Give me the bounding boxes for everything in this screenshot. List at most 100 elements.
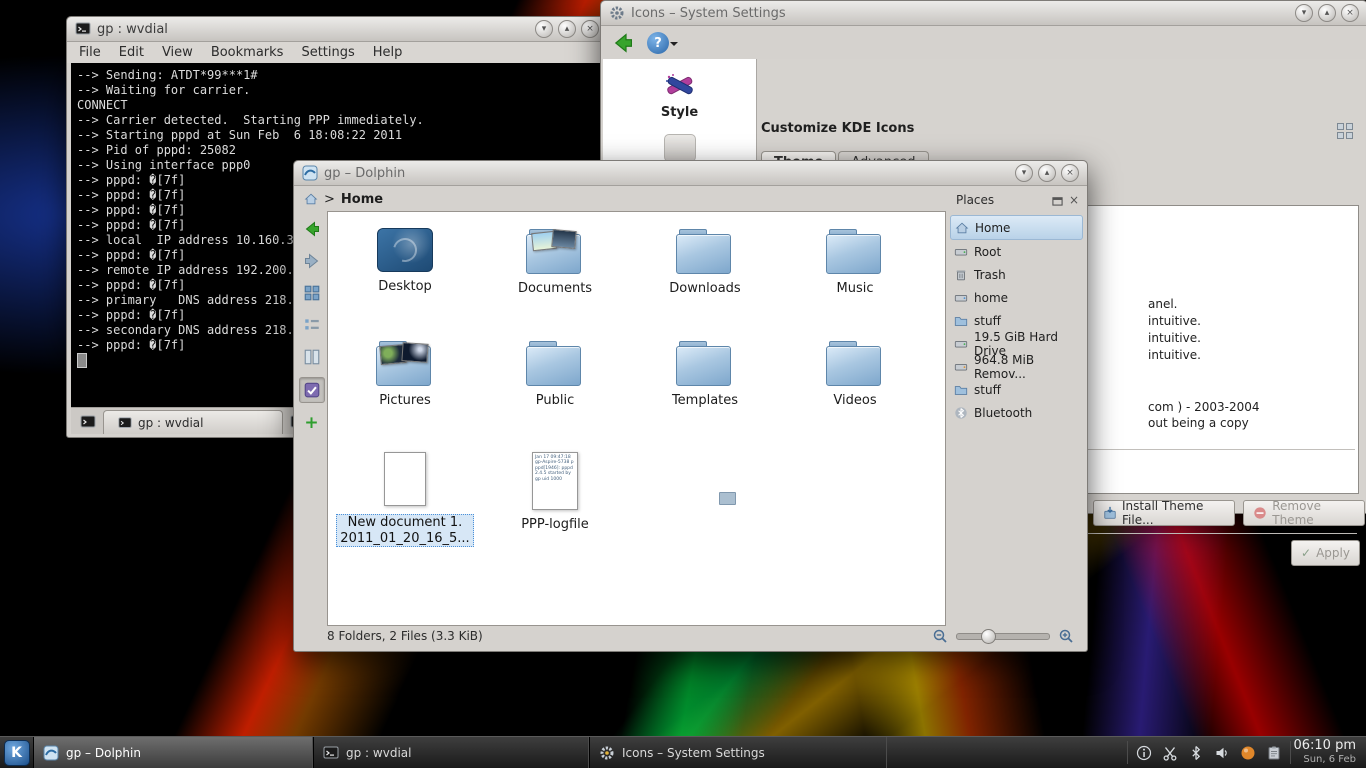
zoom-slider-handle[interactable] [981,629,996,644]
back-arrow-icon[interactable] [611,31,635,55]
bluetooth-icon[interactable] [1188,745,1204,761]
place-home-dir[interactable]: home [950,286,1083,309]
theme-description-line: out being a copy [1148,415,1353,432]
zoom-in-icon[interactable] [1058,628,1074,644]
remove-theme-button[interactable]: Remove Theme [1243,500,1365,526]
place-bluetooth[interactable]: Bluetooth [950,401,1083,424]
menu-help[interactable]: Help [373,45,403,60]
harddrive-icon [954,337,968,351]
zoom-slider[interactable] [956,633,1050,640]
new-document-file-icon [384,452,426,506]
home-crumb-icon[interactable] [304,192,318,206]
task-label: gp – Dolphin [66,746,141,760]
clipboard-icon[interactable] [1266,745,1282,761]
split-add-icon[interactable]: + [300,411,324,435]
columns-view-icon[interactable] [300,345,324,369]
removable-drive-icon [954,360,968,374]
icons-view-icon[interactable] [300,281,324,305]
place-root[interactable]: Root [950,240,1083,263]
close-icon[interactable]: × [581,20,599,38]
folder-item[interactable]: Videos [826,334,884,446]
harddrive-icon [954,245,968,259]
task-system-settings[interactable]: Icons – System Settings [589,737,887,768]
videos-folder-icon [826,340,884,386]
crumb-home[interactable]: Home [341,192,383,207]
category-style[interactable]: Style [603,59,756,120]
maximize-icon[interactable]: ▴ [1038,164,1056,182]
desktop-folder-icon [377,228,433,272]
crumb-separator-icon: > [324,192,335,207]
volume-icon[interactable] [1214,745,1230,761]
dolphin-title: gp – Dolphin [324,166,405,181]
forward-arrow-icon[interactable] [300,249,324,273]
dolphin-icon [43,745,59,761]
klipper-scissors-icon[interactable] [1162,745,1178,761]
file-label: PPP-logfile [521,518,589,533]
maximize-icon[interactable]: ▴ [558,20,576,38]
folder-item[interactable]: Desktop [377,222,433,334]
folder-label: Pictures [379,394,430,409]
install-theme-button[interactable]: Install Theme File... [1093,500,1235,526]
new-tab-button[interactable] [77,411,99,433]
music-folder-icon [826,228,884,274]
device-icon [954,291,968,305]
stray-thumbnail-icon [719,492,736,505]
details-view-icon[interactable] [300,313,324,337]
folder-item[interactable]: Music [826,222,884,334]
overview-grid-icon[interactable] [1337,123,1355,141]
kmenu-button[interactable]: K [0,737,33,768]
trash-icon [954,268,968,282]
close-panel-icon[interactable]: × [1069,193,1079,207]
menu-view[interactable]: View [162,45,193,60]
terminal-tab[interactable]: gp : wvdial [103,410,283,434]
minimize-icon[interactable]: ▾ [1295,4,1313,22]
folder-item[interactable]: Documents [518,222,592,334]
maximize-icon[interactable]: ▴ [1318,4,1336,22]
menu-settings[interactable]: Settings [301,45,354,60]
settings-title: Icons – System Settings [631,6,786,21]
folder-item[interactable]: Templates [672,334,738,446]
task-dolphin[interactable]: gp – Dolphin [33,737,313,768]
task-wvdial[interactable]: gp : wvdial [313,737,589,768]
preview-toggle-icon[interactable] [299,377,325,403]
partial-category-icon[interactable] [664,134,696,162]
logfile-file-icon: Jan 17 09:47:18 gp-Aspire-5738 pppd[1946… [532,452,578,510]
folder-view[interactable]: Desktop Documents Downloads Music [327,211,946,626]
minimize-icon[interactable]: ▾ [535,20,553,38]
zoom-out-icon[interactable] [932,628,948,644]
folder-label: Documents [518,282,592,297]
place-trash[interactable]: Trash [950,263,1083,286]
file-item-selected[interactable]: New document 1. 2011_01_20_16_5... [336,446,473,558]
folder-item[interactable]: Downloads [669,222,740,334]
settings-gear-icon [599,745,615,761]
places-header: Places × [950,191,1083,215]
device-notifier-icon[interactable] [1240,745,1256,761]
apply-check-icon: ✓ [1301,546,1311,560]
folder-item[interactable]: Public [526,334,584,446]
place-removable[interactable]: 964.8 MiB Remov... [950,355,1083,378]
menu-bookmarks[interactable]: Bookmarks [211,45,284,60]
dolphin-window: gp – Dolphin ▾ ▴ × > Home + [293,160,1088,652]
back-arrow-icon[interactable] [300,217,324,241]
float-panel-icon[interactable] [1052,195,1063,206]
apply-button[interactable]: ✓ Apply [1291,540,1360,566]
clock[interactable]: 06:10 pm Sun, 6 Feb [1293,737,1366,768]
clock-date: Sun, 6 Feb [1303,754,1356,766]
close-icon[interactable]: × [1061,164,1079,182]
place-home[interactable]: Home [950,215,1083,240]
settings-titlebar[interactable]: Icons – System Settings ▾ ▴ × [601,1,1366,26]
minimize-icon[interactable]: ▾ [1015,164,1033,182]
close-icon[interactable]: × [1341,4,1359,22]
info-icon[interactable] [1136,745,1152,761]
terminal-titlebar[interactable]: gp : wvdial ▾ ▴ × [67,17,607,42]
settings-heading: Customize KDE Icons [761,121,914,136]
home-icon [955,221,969,235]
folder-item[interactable]: Pictures [376,334,434,446]
file-item[interactable]: Jan 17 09:47:18 gp-Aspire-5738 pppd[1946… [521,446,589,558]
menu-edit[interactable]: Edit [119,45,144,60]
menu-file[interactable]: File [79,45,101,60]
dolphin-titlebar[interactable]: gp – Dolphin ▾ ▴ × [294,161,1087,186]
place-stuff-2[interactable]: stuff [950,378,1083,401]
help-icon[interactable]: ? [647,32,669,54]
task-label: gp : wvdial [346,746,411,760]
